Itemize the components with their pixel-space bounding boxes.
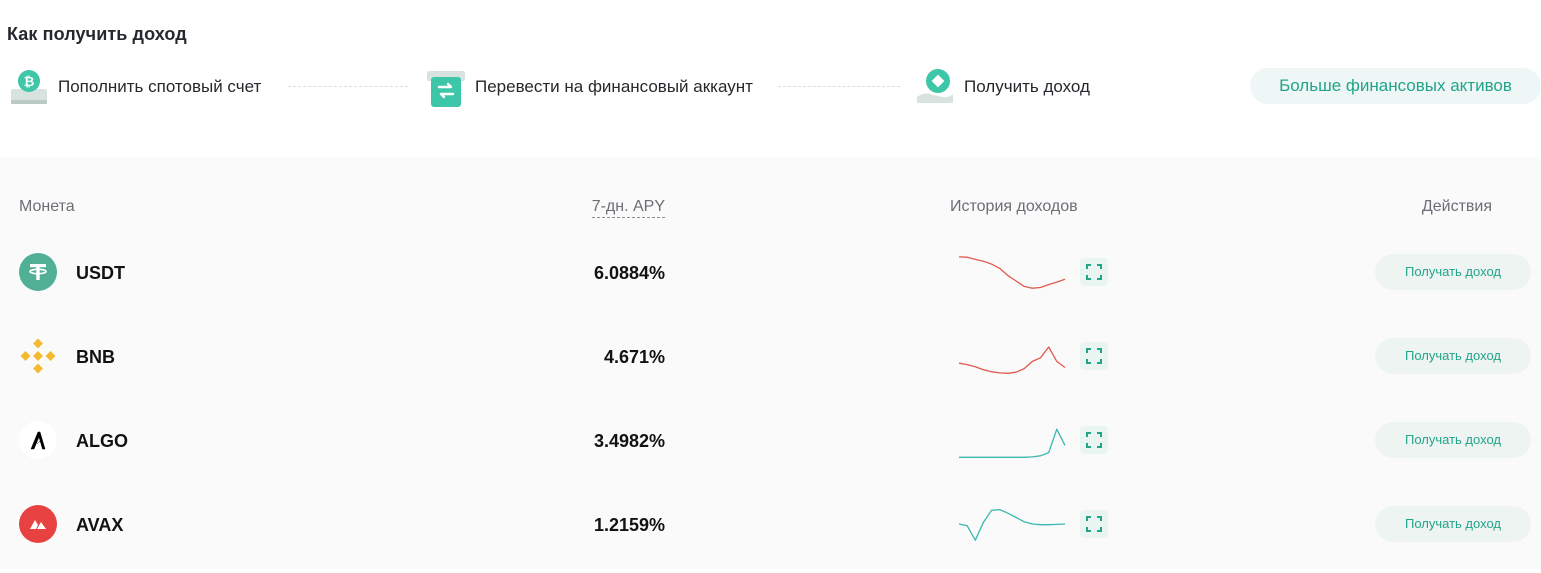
get-income-button[interactable]: Получать доход xyxy=(1375,506,1531,542)
avax-logo-icon xyxy=(19,505,57,543)
apy-value: 4.671% xyxy=(603,347,665,367)
column-header-actions: Действия xyxy=(1421,198,1492,215)
svg-text:₿: ₿ xyxy=(24,75,35,90)
apy-value: 3.4982% xyxy=(593,431,665,451)
table-row: AVAX 1.2159% Получать доход xyxy=(0,489,1541,573)
step-divider xyxy=(288,86,408,87)
step-transfer-label: Перевести на финансовый аккаунт xyxy=(475,77,753,96)
usdt-logo-icon xyxy=(19,253,57,291)
expand-chart-icon[interactable] xyxy=(1080,258,1108,286)
step-deposit: ₿ Пополнить спотовый счет xyxy=(9,62,261,112)
coin-name: ALGO xyxy=(76,431,128,451)
column-header-coin: Монета xyxy=(19,198,75,215)
earnings-history-sparkline xyxy=(958,346,1066,374)
step-earn-label: Получить доход xyxy=(964,77,1090,96)
expand-chart-icon[interactable] xyxy=(1080,342,1108,370)
coin-name: BNB xyxy=(76,347,115,367)
step-transfer: Перевести на финансовый аккаунт xyxy=(426,62,753,112)
bnb-logo-icon xyxy=(19,337,57,375)
get-income-button[interactable]: Получать доход xyxy=(1375,338,1531,374)
step-earn: Получить доход xyxy=(915,62,1090,112)
step-divider xyxy=(778,86,900,87)
sparkline-path xyxy=(958,256,1066,289)
table-row: USDT 6.0884% Получать доход xyxy=(0,237,1541,321)
column-header-apy[interactable]: 7-дн. APY xyxy=(591,198,665,218)
table-row: BNB 4.671% Получать доход xyxy=(0,321,1541,405)
step-deposit-label: Пополнить спотовый счет xyxy=(58,77,262,96)
earn-products-table: Монета 7-дн. APY История доходов Действи… xyxy=(0,157,1541,569)
expand-chart-icon[interactable] xyxy=(1080,426,1108,454)
get-income-button[interactable]: Получать доход xyxy=(1375,422,1531,458)
transfer-icon xyxy=(426,67,466,107)
coin-name: AVAX xyxy=(76,515,124,535)
section-title: Как получить доход xyxy=(7,24,187,44)
more-financial-assets-button[interactable]: Больше финансовых активов xyxy=(1250,68,1541,104)
earnings-history-sparkline xyxy=(959,428,1066,458)
expand-chart-icon[interactable] xyxy=(1080,510,1108,538)
apy-value: 1.2159% xyxy=(593,515,665,535)
algo-logo-icon xyxy=(19,421,57,459)
apy-value: 6.0884% xyxy=(593,263,665,283)
sparkline-path xyxy=(958,346,1066,374)
earnings-history-sparkline xyxy=(958,508,1066,541)
get-income-button[interactable]: Получать доход xyxy=(1375,254,1531,290)
sparkline-path xyxy=(959,428,1066,458)
sparkline-path xyxy=(958,508,1066,541)
earn-diamond-icon xyxy=(915,67,955,107)
table-row: ALGO 3.4982% Получать доход xyxy=(0,405,1541,489)
bitcoin-deposit-icon: ₿ xyxy=(9,67,49,107)
earnings-history-sparkline xyxy=(958,256,1066,289)
coin-name: USDT xyxy=(76,263,125,283)
column-header-history: История доходов xyxy=(950,198,1078,215)
